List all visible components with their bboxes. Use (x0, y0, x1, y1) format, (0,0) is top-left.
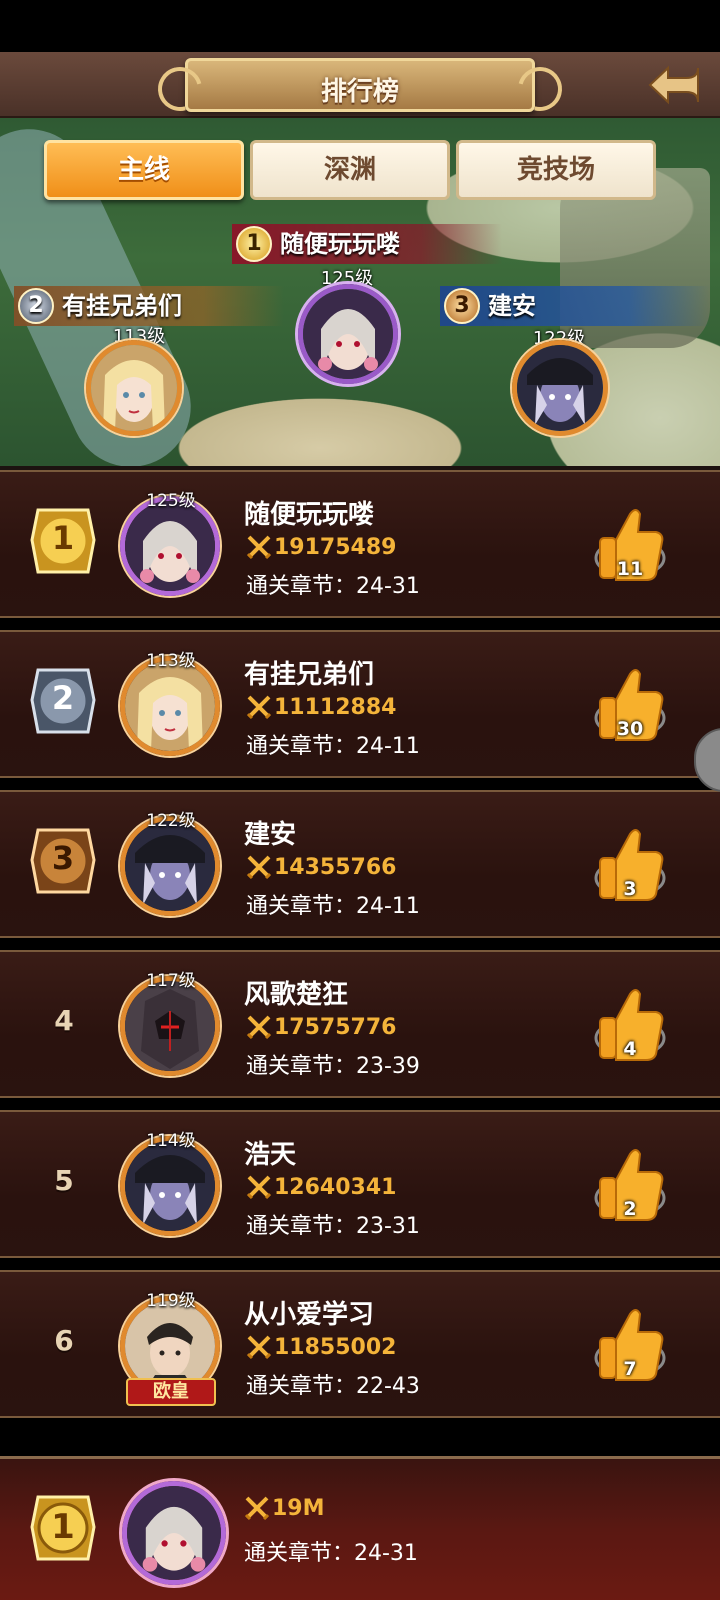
like-count: 4 (623, 1038, 637, 1060)
my-chapter: 通关章节：24-31 (244, 1541, 418, 1566)
table-row[interactable]: 2 113级 有挂兄弟们 11112884 通关章节：24-11 30 (0, 630, 720, 778)
player-power-value: 17575776 (274, 1014, 397, 1040)
player-name: 建安 (244, 820, 297, 850)
tab-abyss[interactable]: 深渊 (250, 140, 450, 200)
my-rank-number: 1 (51, 1507, 75, 1547)
player-power: 11112884 (246, 694, 396, 720)
title-plate: 排行榜 (185, 58, 535, 112)
player-avatar[interactable] (120, 656, 220, 756)
player-power-value: 12640341 (274, 1174, 397, 1200)
crossed-swords-icon (246, 1175, 272, 1200)
podium-first-avatar[interactable] (298, 284, 398, 384)
player-chapter: 通关章节：24-11 (246, 734, 420, 759)
player-chapter: 通关章节：24-31 (246, 574, 420, 599)
player-chapter: 通关章节：24-11 (246, 894, 420, 919)
crossed-swords-icon (246, 1015, 272, 1040)
status-bar (0, 0, 720, 52)
player-power: 14355766 (246, 854, 396, 880)
rank-number: 5 (54, 1164, 74, 1197)
player-power: 11855002 (246, 1334, 396, 1360)
player-level: 114级 (146, 1131, 196, 1151)
table-row[interactable]: 4 117级 风歌楚狂 17575776 通关章节：23-39 4 (0, 950, 720, 1098)
podium-rank-1-medal: 1 (236, 226, 272, 262)
podium-second-name: 有挂兄弟们 (62, 292, 182, 320)
podium-first-name: 随便玩玩喽 (280, 230, 400, 258)
player-level: 119级 (146, 1291, 196, 1311)
rank-number: 3 (51, 839, 75, 877)
player-power-value: 11855002 (274, 1334, 397, 1360)
back-arrow-icon[interactable] (646, 62, 702, 108)
podium-rank-2-medal: 2 (18, 288, 54, 324)
table-row[interactable]: 1 125级 随便玩玩喽 19175489 通关章节：24-31 11 (0, 470, 720, 618)
podium-third-avatar[interactable] (512, 340, 608, 436)
player-avatar[interactable] (120, 976, 220, 1076)
page-title: 排行榜 (320, 77, 399, 107)
player-power-value: 11112884 (274, 694, 397, 720)
player-name: 风歌楚狂 (244, 980, 349, 1010)
tab-arena[interactable]: 竞技场 (456, 140, 656, 200)
rank-number: 6 (54, 1324, 74, 1357)
player-name: 浩天 (244, 1140, 297, 1170)
crossed-swords-icon (246, 855, 272, 880)
like-count: 2 (623, 1198, 637, 1220)
like-count: 3 (623, 878, 637, 900)
podium-second-name-bar[interactable]: 2 有挂兄弟们 (14, 286, 284, 326)
player-chapter: 通关章节：23-39 (246, 1054, 420, 1079)
like-count: 7 (623, 1358, 637, 1380)
player-avatar[interactable] (120, 1136, 220, 1236)
player-chapter: 通关章节：22-43 (246, 1374, 420, 1399)
my-rank-bar: 1 19M 通关章节：24-31 (0, 1456, 720, 1600)
player-name: 随便玩玩喽 (244, 500, 375, 530)
player-power-value: 19175489 (274, 534, 397, 560)
rank-number: 4 (54, 1004, 74, 1037)
player-avatar[interactable] (120, 816, 220, 916)
player-avatar[interactable] (120, 496, 220, 596)
crossed-swords-icon (244, 1496, 270, 1521)
crossed-swords-icon (246, 695, 272, 720)
player-level: 117级 (146, 971, 196, 991)
rank-number: 1 (51, 519, 75, 557)
player-power: 12640341 (246, 1174, 396, 1200)
podium-third-name-bar[interactable]: 3 建安 (440, 286, 710, 326)
my-avatar[interactable] (122, 1481, 226, 1585)
my-power-value: 19M (272, 1495, 325, 1521)
player-power: 19175489 (246, 534, 396, 560)
like-count: 30 (616, 718, 644, 740)
player-level: 125级 (146, 491, 196, 511)
podium-third-name: 建安 (488, 292, 536, 320)
podium-second-avatar[interactable] (86, 340, 182, 436)
player-level: 113级 (146, 651, 196, 671)
vip-badge: 欧皇 (126, 1378, 216, 1406)
player-chapter: 通关章节：23-31 (246, 1214, 420, 1239)
tab-bar: 主线 深渊 竞技场 (44, 140, 656, 200)
table-row[interactable]: 6 119级 欧皇 从小爱学习 11855002 通关章节：22-43 7 (0, 1270, 720, 1418)
rank-number: 2 (51, 679, 75, 717)
my-power: 19M (244, 1495, 325, 1521)
player-power-value: 14355766 (274, 854, 397, 880)
player-name: 有挂兄弟们 (244, 660, 375, 690)
crossed-swords-icon (246, 1335, 272, 1360)
player-level: 122级 (146, 811, 196, 831)
header: 排行榜 (0, 52, 720, 118)
table-row[interactable]: 5 114级 浩天 12640341 通关章节：23-31 2 (0, 1110, 720, 1258)
podium-rank-3-medal: 3 (444, 288, 480, 324)
like-count: 11 (616, 558, 644, 580)
table-row[interactable]: 3 122级 建安 14355766 通关章节：24-11 3 (0, 790, 720, 938)
tab-main[interactable]: 主线 (44, 140, 244, 200)
crossed-swords-icon (246, 535, 272, 560)
player-name: 从小爱学习 (244, 1300, 375, 1330)
podium-first-name-bar[interactable]: 1 随便玩玩喽 (232, 224, 502, 264)
player-power: 17575776 (246, 1014, 396, 1040)
